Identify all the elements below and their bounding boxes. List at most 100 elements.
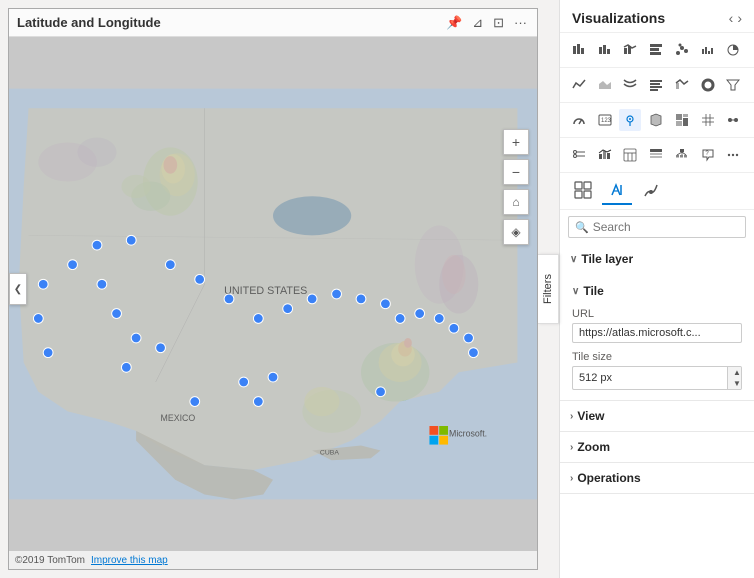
viz-icon-ribbon[interactable] xyxy=(619,74,641,96)
map-footer: ©2019 TomTom Improve this map xyxy=(9,551,537,569)
viz-icon-card[interactable]: 123 xyxy=(594,109,616,131)
viz-icon-tree[interactable] xyxy=(671,109,693,131)
panel-header: Visualizations ‹ › xyxy=(560,0,754,33)
operations-label: Operations xyxy=(577,471,640,485)
spinner-buttons: ▲ ▼ xyxy=(727,367,742,389)
spinner-down-button[interactable]: ▼ xyxy=(728,378,742,389)
viz-icon-scatter[interactable] xyxy=(671,39,693,61)
viz-icon-pie[interactable] xyxy=(722,39,744,61)
view-section: › View xyxy=(560,401,754,432)
viz-icon-donut[interactable] xyxy=(697,74,719,96)
viz-icons-row3: 123 xyxy=(560,103,754,138)
viz-icon-area[interactable] xyxy=(594,74,616,96)
map-container: Latitude and Longitude 📌 ⊿ ⊡ ··· xyxy=(8,8,538,570)
viz-icon-qna[interactable]: ? xyxy=(697,144,719,166)
viz-icon-gauge[interactable] xyxy=(568,109,590,131)
viz-icon-stacked-bar[interactable] xyxy=(568,39,590,61)
viz-icon-waterfall2[interactable] xyxy=(645,74,667,96)
tile-layer-arrow: ∨ xyxy=(570,254,577,265)
tile-layer-section: ∨ Tile layer ∨ Tile URL Tile size xyxy=(560,244,754,401)
home-button[interactable]: ⌂ xyxy=(503,189,529,215)
spinner-up-button[interactable]: ▲ xyxy=(728,367,742,378)
filters-tab[interactable]: Filters xyxy=(538,254,559,324)
viz-icon-bar2[interactable] xyxy=(645,39,667,61)
viz-icon-map[interactable] xyxy=(619,109,641,131)
panel-expand-button[interactable]: › xyxy=(737,10,742,26)
svg-text:MEXICO: MEXICO xyxy=(161,413,196,423)
viz-bottom-toolbar xyxy=(560,173,754,210)
viz-icon-custom[interactable] xyxy=(722,109,744,131)
viz-icons-row1 xyxy=(560,33,754,68)
viz-icon-table[interactable] xyxy=(619,144,641,166)
search-input[interactable] xyxy=(593,220,748,234)
svg-text:Microsoft.: Microsoft. xyxy=(449,429,487,439)
viz-icon-waterfall[interactable] xyxy=(697,39,719,61)
viz-icon-kpi[interactable] xyxy=(594,144,616,166)
panel-arrows: ‹ › xyxy=(729,10,742,26)
zoom-arrow: › xyxy=(570,442,573,453)
map-svg: UNITED STATES MEXICO CUBA xyxy=(9,37,537,551)
svg-text:?: ? xyxy=(705,151,709,157)
tile-label: Tile xyxy=(583,284,603,298)
viz-icons-row2 xyxy=(560,68,754,103)
url-input[interactable] xyxy=(572,323,742,343)
map-controls: + − ⌂ ◈ xyxy=(503,129,529,245)
zoom-label: Zoom xyxy=(577,440,610,454)
improve-map-link[interactable]: Improve this map xyxy=(91,555,168,566)
viz-icon-funnel[interactable] xyxy=(722,74,744,96)
operations-section: › Operations xyxy=(560,463,754,494)
analytics-tab-button[interactable] xyxy=(636,177,666,205)
viz-icon-bar[interactable] xyxy=(594,39,616,61)
map-toolbar: 📌 ⊿ ⊡ ··· xyxy=(444,13,529,33)
size-spinner: ▲ ▼ xyxy=(572,366,742,390)
view-header[interactable]: › View xyxy=(560,401,754,431)
panel-scroll[interactable]: ∨ Tile layer ∨ Tile URL Tile size xyxy=(560,244,754,578)
operations-arrow: › xyxy=(570,473,573,484)
zoom-header[interactable]: › Zoom xyxy=(560,432,754,462)
size-label: Tile size xyxy=(572,351,742,363)
viz-icon-line[interactable] xyxy=(568,74,590,96)
fields-tab-button[interactable] xyxy=(568,177,598,205)
operations-header[interactable]: › Operations xyxy=(560,463,754,493)
filter-icon[interactable]: ⊿ xyxy=(470,13,485,33)
pan-left-button[interactable]: ❮ xyxy=(9,273,27,305)
viz-icon-filled-map[interactable] xyxy=(645,109,667,131)
view-label: View xyxy=(577,409,604,423)
format-tab-button[interactable] xyxy=(602,177,632,205)
tile-layer-label: Tile layer xyxy=(581,252,633,266)
zoom-out-button[interactable]: − xyxy=(503,159,529,185)
tile-layer-content: ∨ Tile URL Tile size ▲ ▼ xyxy=(560,274,754,400)
svg-text:UNITED STATES: UNITED STATES xyxy=(224,285,307,297)
map-copyright: ©2019 TomTom xyxy=(15,555,85,566)
map-canvas: UNITED STATES MEXICO CUBA xyxy=(9,37,537,551)
viz-icon-matrix[interactable] xyxy=(697,109,719,131)
viz-icon-line-bar[interactable] xyxy=(619,39,641,61)
pin-icon[interactable]: 📌 xyxy=(444,13,464,33)
tile-sub-arrow: ∨ xyxy=(572,286,579,297)
map-title: Latitude and Longitude xyxy=(17,15,444,30)
svg-text:123: 123 xyxy=(601,118,612,124)
view-arrow: › xyxy=(570,411,573,422)
right-panel: Visualizations ‹ › xyxy=(559,0,754,578)
viz-icons-row4: ? xyxy=(560,138,754,173)
search-icon: 🔍 xyxy=(575,221,589,234)
tile-sub-header[interactable]: ∨ Tile xyxy=(572,280,742,302)
panel-collapse-button[interactable]: ‹ xyxy=(729,10,734,26)
size-value-input[interactable] xyxy=(573,369,727,387)
zoom-in-button[interactable]: + xyxy=(503,129,529,155)
zoom-section: › Zoom xyxy=(560,432,754,463)
map-title-bar: Latitude and Longitude 📌 ⊿ ⊡ ··· xyxy=(9,9,537,37)
viz-icon-more[interactable] xyxy=(722,144,744,166)
viz-icon-matrix2[interactable] xyxy=(645,144,667,166)
viz-icon-slicer[interactable] xyxy=(568,144,590,166)
url-label: URL xyxy=(572,308,742,320)
search-box[interactable]: 🔍 xyxy=(568,216,746,238)
tile-layer-header[interactable]: ∨ Tile layer xyxy=(560,244,754,274)
viz-icon-decomp[interactable] xyxy=(671,144,693,166)
svg-text:CUBA: CUBA xyxy=(320,449,339,456)
compass-button[interactable]: ◈ xyxy=(503,219,529,245)
viz-icon-combo[interactable] xyxy=(671,74,693,96)
panel-title: Visualizations xyxy=(572,10,665,26)
more-icon[interactable]: ··· xyxy=(512,13,529,32)
expand-icon[interactable]: ⊡ xyxy=(491,13,506,33)
